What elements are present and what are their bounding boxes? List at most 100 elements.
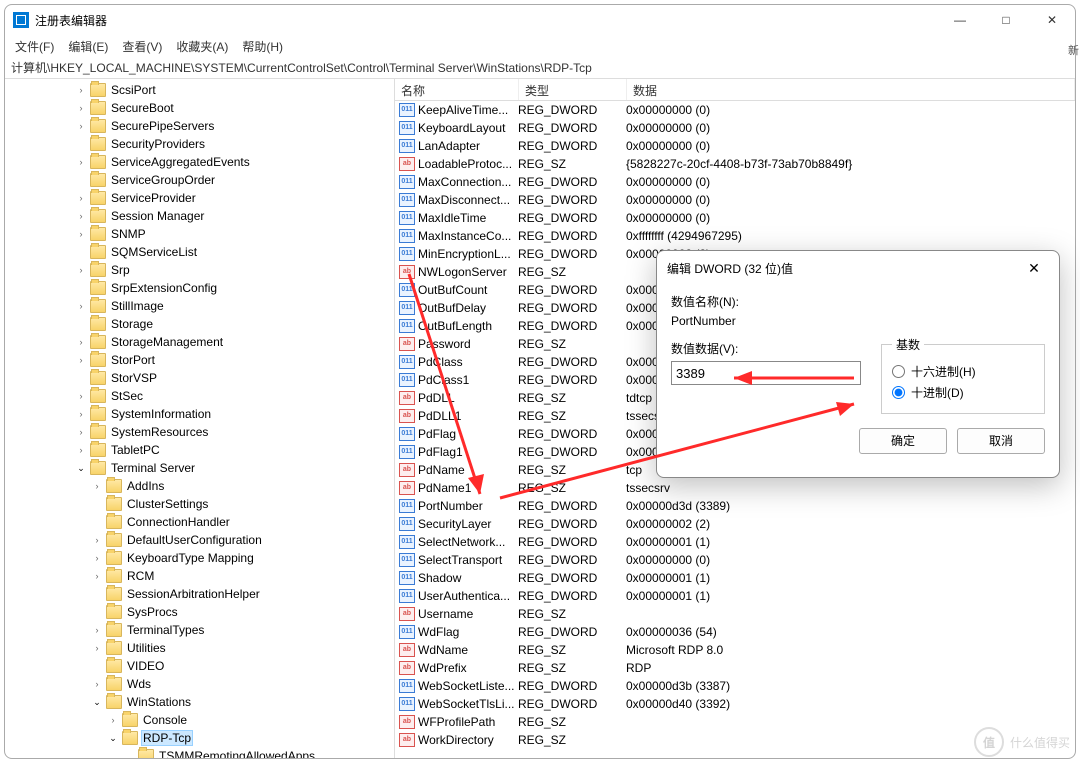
- chevron-icon[interactable]: ›: [75, 85, 87, 95]
- menu-file[interactable]: 文件(F): [15, 38, 54, 55]
- tree-item[interactable]: ›ServiceProvider: [11, 189, 394, 207]
- value-row[interactable]: abUsernameREG_SZ: [395, 605, 1075, 623]
- address-bar[interactable]: 计算机\HKEY_LOCAL_MACHINE\SYSTEM\CurrentCon…: [5, 57, 1075, 79]
- tree-item[interactable]: SrpExtensionConfig: [11, 279, 394, 297]
- chevron-icon[interactable]: ⌄: [75, 463, 87, 474]
- tree-item[interactable]: ›StillImage: [11, 297, 394, 315]
- value-row[interactable]: abLoadableProtoc...REG_SZ{5828227c-20cf-…: [395, 155, 1075, 173]
- tree-item[interactable]: ›StorageManagement: [11, 333, 394, 351]
- value-row[interactable]: 011UserAuthentica...REG_DWORD0x00000001 …: [395, 587, 1075, 605]
- chevron-icon[interactable]: ›: [75, 301, 87, 311]
- chevron-icon[interactable]: ›: [75, 193, 87, 203]
- radio-dec[interactable]: 十进制(D): [892, 384, 1034, 401]
- value-row[interactable]: abPdName1REG_SZtssecsrv: [395, 479, 1075, 497]
- tree-item[interactable]: ›RCM: [11, 567, 394, 585]
- col-type[interactable]: 类型: [519, 79, 627, 100]
- menu-help[interactable]: 帮助(H): [242, 38, 283, 55]
- maximize-button[interactable]: □: [983, 5, 1029, 35]
- tree-item[interactable]: ›ScsiPort: [11, 81, 394, 99]
- tree-item[interactable]: ConnectionHandler: [11, 513, 394, 531]
- value-row[interactable]: 011KeepAliveTime...REG_DWORD0x00000000 (…: [395, 101, 1075, 119]
- chevron-icon[interactable]: ›: [75, 121, 87, 131]
- value-row[interactable]: 011MaxInstanceCo...REG_DWORD0xffffffff (…: [395, 227, 1075, 245]
- tree-item[interactable]: Storage: [11, 315, 394, 333]
- chevron-icon[interactable]: ›: [75, 355, 87, 365]
- tree-item[interactable]: ›StSec: [11, 387, 394, 405]
- tree-item[interactable]: ›DefaultUserConfiguration: [11, 531, 394, 549]
- col-data[interactable]: 数据: [627, 79, 1075, 100]
- tree-item[interactable]: TSMMRemotingAllowedApps: [11, 747, 394, 758]
- tree-item[interactable]: SecurityProviders: [11, 135, 394, 153]
- value-row[interactable]: abWdNameREG_SZMicrosoft RDP 8.0: [395, 641, 1075, 659]
- tree-item[interactable]: VIDEO: [11, 657, 394, 675]
- col-name[interactable]: 名称: [395, 79, 519, 100]
- titlebar[interactable]: 注册表编辑器 — □ ✕: [5, 5, 1075, 35]
- chevron-icon[interactable]: ›: [91, 625, 103, 635]
- cancel-button[interactable]: 取消: [957, 428, 1045, 454]
- tree-item[interactable]: ›StorPort: [11, 351, 394, 369]
- registry-tree[interactable]: ›ScsiPort›SecureBoot›SecurePipeServersSe…: [5, 79, 395, 758]
- tree-item[interactable]: ›AddIns: [11, 477, 394, 495]
- value-row[interactable]: 011LanAdapterREG_DWORD0x00000000 (0): [395, 137, 1075, 155]
- value-row[interactable]: abWdPrefixREG_SZRDP: [395, 659, 1075, 677]
- chevron-icon[interactable]: ›: [91, 571, 103, 581]
- value-row[interactable]: 011WebSocketListe...REG_DWORD0x00000d3b …: [395, 677, 1075, 695]
- value-row[interactable]: 011SelectNetwork...REG_DWORD0x00000001 (…: [395, 533, 1075, 551]
- ok-button[interactable]: 确定: [859, 428, 947, 454]
- value-row[interactable]: 011ShadowREG_DWORD0x00000001 (1): [395, 569, 1075, 587]
- value-data-input[interactable]: [671, 361, 861, 385]
- tree-item[interactable]: ›SecurePipeServers: [11, 117, 394, 135]
- chevron-icon[interactable]: ›: [75, 229, 87, 239]
- value-row[interactable]: 011MaxIdleTimeREG_DWORD0x00000000 (0): [395, 209, 1075, 227]
- tree-item[interactable]: ›Wds: [11, 675, 394, 693]
- tree-item[interactable]: ›KeyboardType Mapping: [11, 549, 394, 567]
- menu-view[interactable]: 查看(V): [122, 38, 162, 55]
- tree-item[interactable]: ›SNMP: [11, 225, 394, 243]
- chevron-icon[interactable]: ›: [107, 715, 119, 725]
- tree-item[interactable]: SysProcs: [11, 603, 394, 621]
- tree-item[interactable]: ⌄Terminal Server: [11, 459, 394, 477]
- value-row[interactable]: 011SelectTransportREG_DWORD0x00000000 (0…: [395, 551, 1075, 569]
- tree-item[interactable]: ›Utilities: [11, 639, 394, 657]
- tree-item[interactable]: ›SystemResources: [11, 423, 394, 441]
- radio-hex[interactable]: 十六进制(H): [892, 363, 1034, 380]
- value-row[interactable]: 011PortNumberREG_DWORD0x00000d3d (3389): [395, 497, 1075, 515]
- tree-item[interactable]: SQMServiceList: [11, 243, 394, 261]
- chevron-icon[interactable]: ›: [75, 337, 87, 347]
- chevron-icon[interactable]: ›: [75, 409, 87, 419]
- menu-favorites[interactable]: 收藏夹(A): [176, 38, 228, 55]
- chevron-icon[interactable]: ›: [75, 445, 87, 455]
- values-header[interactable]: 名称 类型 数据: [395, 79, 1075, 101]
- chevron-icon[interactable]: ›: [75, 427, 87, 437]
- tree-item[interactable]: StorVSP: [11, 369, 394, 387]
- chevron-icon[interactable]: ›: [75, 103, 87, 113]
- tree-item[interactable]: ⌄WinStations: [11, 693, 394, 711]
- chevron-icon[interactable]: ›: [75, 157, 87, 167]
- chevron-icon[interactable]: ›: [75, 211, 87, 221]
- chevron-icon[interactable]: ›: [91, 553, 103, 563]
- close-button[interactable]: ✕: [1029, 5, 1075, 35]
- chevron-icon[interactable]: ›: [91, 535, 103, 545]
- chevron-icon[interactable]: ›: [75, 265, 87, 275]
- chevron-icon[interactable]: ⌄: [107, 733, 119, 744]
- tree-item[interactable]: ›Srp: [11, 261, 394, 279]
- chevron-icon[interactable]: ›: [91, 679, 103, 689]
- value-row[interactable]: 011SecurityLayerREG_DWORD0x00000002 (2): [395, 515, 1075, 533]
- tree-item[interactable]: ›TerminalTypes: [11, 621, 394, 639]
- chevron-icon[interactable]: ›: [75, 391, 87, 401]
- chevron-icon[interactable]: ›: [91, 481, 103, 491]
- tree-item[interactable]: SessionArbitrationHelper: [11, 585, 394, 603]
- tree-item[interactable]: ›SystemInformation: [11, 405, 394, 423]
- value-row[interactable]: 011MaxDisconnect...REG_DWORD0x00000000 (…: [395, 191, 1075, 209]
- dialog-close-button[interactable]: ✕: [1019, 260, 1049, 277]
- tree-item[interactable]: ›Console: [11, 711, 394, 729]
- value-row[interactable]: 011KeyboardLayoutREG_DWORD0x00000000 (0): [395, 119, 1075, 137]
- chevron-icon[interactable]: ›: [91, 643, 103, 653]
- minimize-button[interactable]: —: [937, 5, 983, 35]
- tree-item[interactable]: ›ServiceAggregatedEvents: [11, 153, 394, 171]
- tree-item[interactable]: ClusterSettings: [11, 495, 394, 513]
- menu-edit[interactable]: 编辑(E): [68, 38, 108, 55]
- tree-item[interactable]: ›SecureBoot: [11, 99, 394, 117]
- chevron-icon[interactable]: ⌄: [91, 697, 103, 708]
- value-row[interactable]: 011WebSocketTlsLi...REG_DWORD0x00000d40 …: [395, 695, 1075, 713]
